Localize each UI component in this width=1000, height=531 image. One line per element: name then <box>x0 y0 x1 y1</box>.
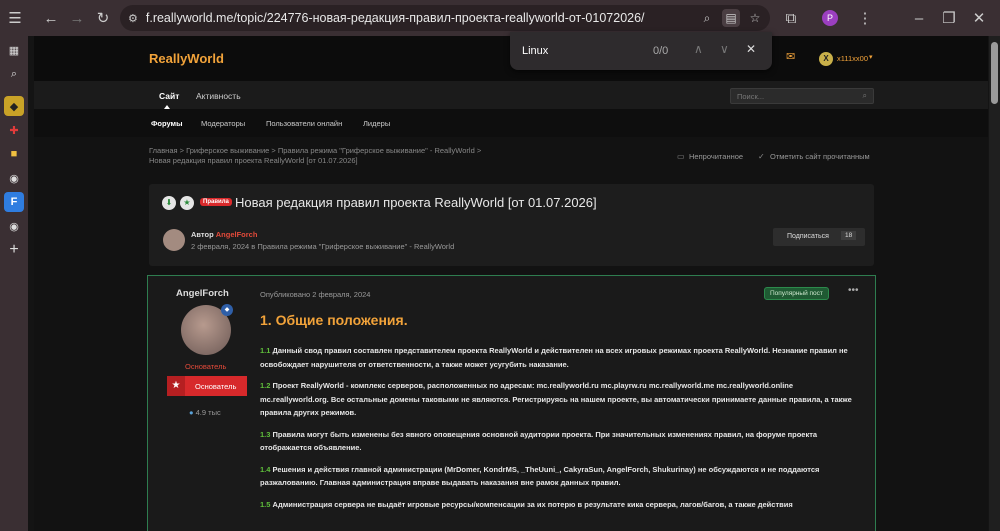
app-icon-cube[interactable]: ◆ <box>4 96 24 116</box>
bookmark-star-icon[interactable]: ☆ <box>746 9 764 27</box>
nav-moderators[interactable]: Модераторы <box>201 119 245 128</box>
rule-paragraph: 1.4 Решения и действия главной администр… <box>260 464 820 488</box>
page-scrollbar[interactable] <box>989 36 1000 531</box>
author-label: Автор AngelForch <box>191 230 258 239</box>
nav-online-users[interactable]: Пользователи онлайн <box>266 119 342 128</box>
site-logo[interactable]: ReallyWorld <box>149 51 224 66</box>
nav-forums[interactable]: Форумы <box>151 119 183 128</box>
profile-avatar[interactable]: P <box>822 10 838 26</box>
breadcrumb: Главная > Гриферское выживание > Правила… <box>149 146 481 166</box>
post: AngelForch ◆ Основатель ★ Основатель ● 4… <box>147 275 876 531</box>
nav-leaders[interactable]: Лидеры <box>363 119 390 128</box>
reload-icon[interactable]: ↻ <box>90 5 116 31</box>
primary-nav: Сайт Активность Поиск... ⌕ <box>34 81 988 109</box>
unread-link[interactable]: Непрочитанное <box>689 152 743 161</box>
close-window-icon[interactable]: ✕ <box>966 5 992 31</box>
app-icon-globe-2[interactable]: ◉ <box>4 216 24 236</box>
app-icon-globe[interactable]: ◉ <box>4 168 24 188</box>
forward-icon[interactable]: → <box>64 5 90 31</box>
site-info-icon[interactable]: ⚙ <box>128 12 138 25</box>
app-icon-red[interactable]: ✚ <box>4 120 24 140</box>
minimize-icon[interactable]: – <box>906 5 932 31</box>
search-tabs-icon[interactable]: ⌕ <box>4 64 24 84</box>
zoom-icon[interactable]: ⌕ <box>698 9 716 27</box>
reputation: ● 4.9 тыс <box>189 408 221 417</box>
extensions-icon[interactable]: ⧉ <box>778 5 804 31</box>
star-icon: ★ <box>167 376 185 396</box>
url-text[interactable]: f.reallyworld.me/topic/224776-новая-реда… <box>146 11 645 25</box>
topic-meta: 2 февраля, 2024 в Правила режима "Грифер… <box>191 242 455 251</box>
unread-icon[interactable]: ▭ <box>677 152 685 161</box>
browser-sidebar: ▦ ⌕ ◆ ✚ ■ ◉ F ◉ + <box>0 36 28 531</box>
back-icon[interactable]: ← <box>38 5 64 31</box>
comment-icon: ● <box>189 408 194 417</box>
find-next-icon[interactable]: ∨ <box>720 42 729 56</box>
mail-icon[interactable]: ✉ <box>786 50 795 63</box>
check-icon: ✓ <box>758 152 765 161</box>
topic-title: Новая редакция правил проекта ReallyWorl… <box>235 195 597 210</box>
sidebar-toggle-icon[interactable]: ☰ <box>2 5 28 31</box>
post-menu-icon[interactable]: ••• <box>848 285 859 296</box>
find-match-count: 0/0 <box>653 45 669 57</box>
rule-paragraph: 1.2 Проект ReallyWorld - комплекс сервер… <box>260 381 852 417</box>
group-badge: ★ Основатель <box>167 376 247 396</box>
app-icon-f[interactable]: F <box>4 192 24 212</box>
app-icon-colored[interactable]: ■ <box>4 144 24 164</box>
add-app-icon[interactable]: + <box>4 240 24 260</box>
nav-site[interactable]: Сайт <box>159 91 179 101</box>
badge-icon: ◆ <box>221 304 233 316</box>
star-badge-icon: ★ <box>180 196 194 210</box>
popular-post-badge: Популярный пост <box>764 287 829 300</box>
post-body: 1.1 Данный свод правил составлен предста… <box>260 344 860 519</box>
find-in-page-bar: Linux 0/0 ∧ ∨ ✕ <box>510 32 772 70</box>
breadcrumb-path[interactable]: Главная > Гриферское выживание > Правила… <box>149 146 481 156</box>
rule-paragraph: 1.3 Правила могут быть изменены без явно… <box>260 429 818 453</box>
chevron-down-icon: ▾ <box>869 54 873 61</box>
subscribe-label: Подписаться <box>787 233 829 240</box>
find-input[interactable]: Linux <box>522 45 642 57</box>
subscribe-button[interactable]: Подписаться 18 <box>773 228 865 246</box>
topic-header: ⬇ ★ Правила Новая редакция правил проект… <box>149 184 874 266</box>
rules-badge: Правила <box>200 198 232 206</box>
secondary-nav: Форумы Модераторы Пользователи онлайн Ли… <box>34 109 988 137</box>
search-placeholder: Поиск... <box>737 92 765 101</box>
author-link[interactable]: AngelForch <box>216 230 258 239</box>
breadcrumb-current[interactable]: Новая редакция правил проекта ReallyWorl… <box>149 156 481 166</box>
mark-read-link[interactable]: Отметить сайт прочитанным <box>770 152 870 161</box>
reader-icon[interactable]: ▤ <box>722 9 740 27</box>
web-page: ReallyWorld ✉ X x111xx00 ▾ Сайт Активнос… <box>34 36 988 531</box>
rule-paragraph: 1.1 Данный свод правил составлен предста… <box>260 346 848 369</box>
post-date[interactable]: Опубликовано 2 февраля, 2024 <box>260 290 370 299</box>
tabs-grid-icon[interactable]: ▦ <box>4 40 24 60</box>
username-menu[interactable]: x111xx00 <box>837 54 868 63</box>
post-heading: 1. Общие положения. <box>260 312 408 328</box>
download-icon: ⬇ <box>162 196 176 210</box>
site-search-input[interactable]: Поиск... ⌕ <box>730 88 874 104</box>
post-author-name[interactable]: AngelForch <box>176 288 229 299</box>
nav-activity[interactable]: Активность <box>196 91 241 101</box>
find-close-icon[interactable]: ✕ <box>746 42 756 56</box>
address-bar[interactable]: ⚙ f.reallyworld.me/topic/224776-новая-ре… <box>120 5 770 31</box>
scrollbar-thumb[interactable] <box>991 42 998 104</box>
search-icon[interactable]: ⌕ <box>863 91 867 101</box>
author-avatar[interactable] <box>163 229 185 251</box>
browser-toolbar: ☰ ← → ↻ ⚙ f.reallyworld.me/topic/224776-… <box>0 0 1000 36</box>
rule-paragraph: 1.5 Администрация сервера не выдаёт игро… <box>260 499 793 509</box>
group-badge-label: Основатель <box>195 381 237 391</box>
post-author-role: Основатель <box>185 362 227 371</box>
restore-icon[interactable]: ❐ <box>936 5 962 31</box>
menu-dots-icon[interactable]: ⋮ <box>852 5 878 31</box>
find-previous-icon[interactable]: ∧ <box>694 42 703 56</box>
user-avatar[interactable]: X <box>819 52 833 66</box>
subscribe-count: 18 <box>841 231 857 240</box>
